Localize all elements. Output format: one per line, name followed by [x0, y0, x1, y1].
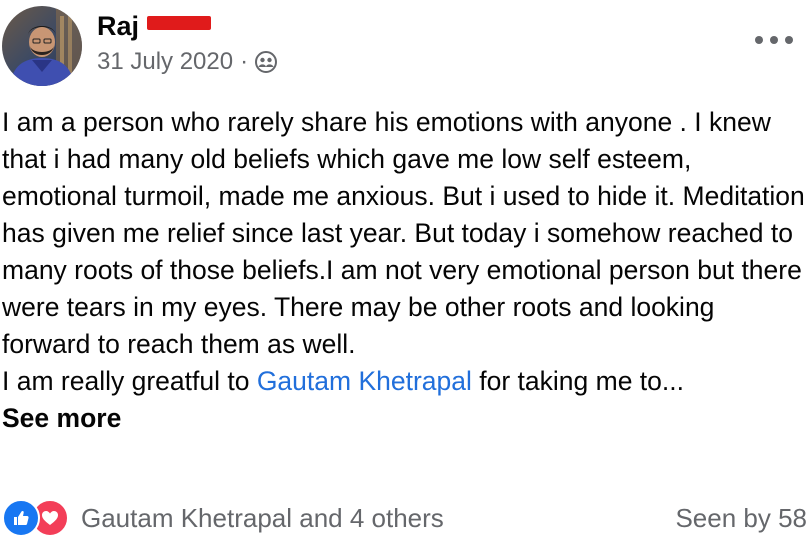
more-options-icon[interactable]: [755, 30, 793, 50]
reactions-summary[interactable]: Gautam Khetrapal and 4 others: [2, 499, 444, 537]
post-text: I am a person who rarely share his emoti…: [2, 104, 807, 437]
meta-separator: ·: [240, 48, 249, 75]
facebook-post: Raj 31 July 2020 · I am a person who rar…: [0, 0, 811, 543]
post-paragraph-1: I am a person who rarely share his emoti…: [2, 107, 805, 359]
dot: [770, 36, 778, 44]
post-meta: 31 July 2020 ·: [97, 47, 278, 77]
mention-link[interactable]: Gautam Khetrapal: [257, 366, 472, 396]
post-paragraph-2: I am really greatful to Gautam Khetrapal…: [2, 363, 807, 400]
dot: [785, 36, 793, 44]
paragraph-2-start: I am really greatful to: [2, 366, 257, 396]
profile-photo-icon: [2, 6, 82, 86]
seen-by-count[interactable]: Seen by 58: [675, 503, 807, 534]
see-more-link[interactable]: See more: [2, 400, 121, 437]
author-avatar[interactable]: [2, 6, 82, 86]
post-date[interactable]: 31 July 2020: [97, 47, 233, 77]
paragraph-2-end: for taking me to...: [471, 366, 684, 396]
redacted-surname-mark: [147, 16, 212, 30]
author-name[interactable]: Raj: [97, 10, 212, 42]
like-reaction-icon: [2, 499, 40, 537]
post-footer: Gautam Khetrapal and 4 others Seen by 58: [2, 498, 807, 538]
reactors-text: Gautam Khetrapal and 4 others: [81, 502, 444, 533]
dot: [755, 36, 763, 44]
friends-audience-icon[interactable]: [254, 50, 278, 74]
author-name-text: Raj: [97, 11, 140, 41]
